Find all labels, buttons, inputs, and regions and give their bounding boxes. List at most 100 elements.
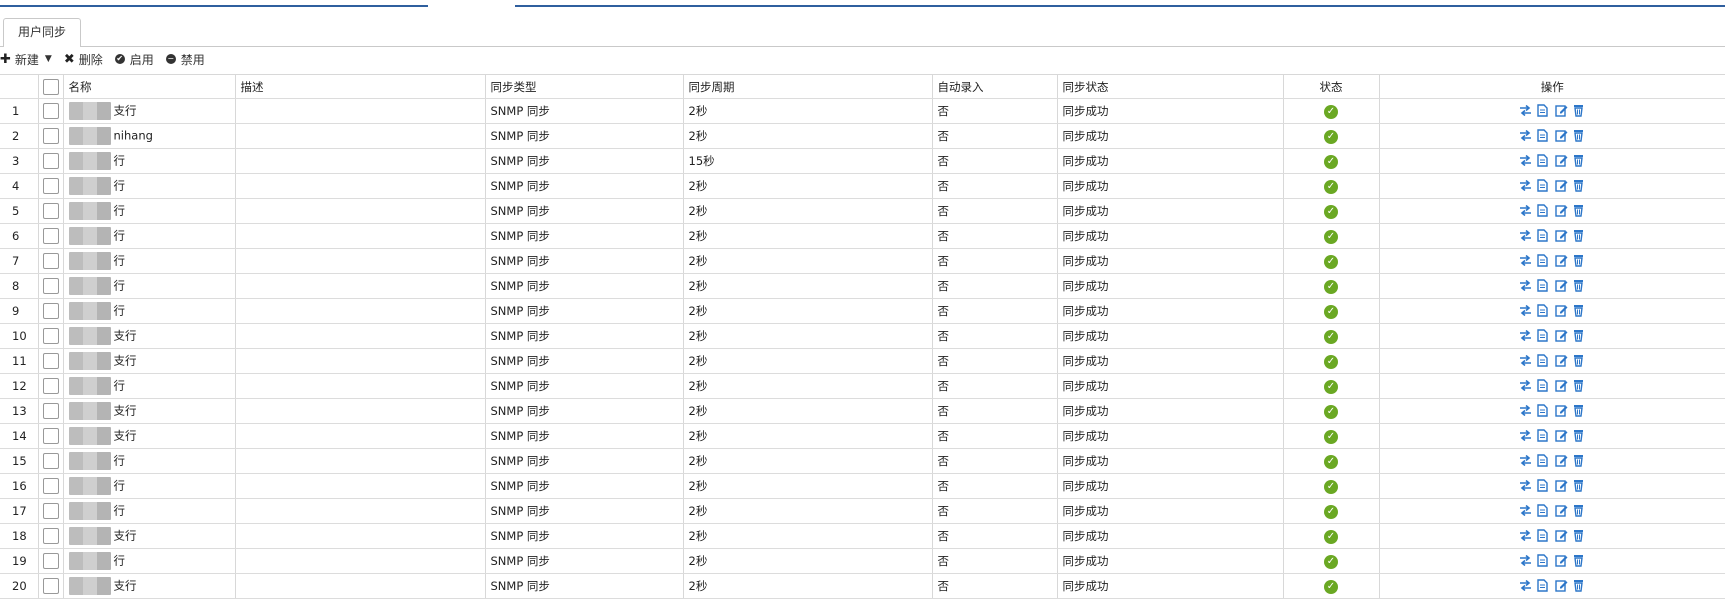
- table-row[interactable]: 4 行 SNMP 同步 2秒否同步成功 ✓: [0, 173, 1725, 199]
- trash-icon[interactable]: [1573, 529, 1586, 542]
- sync-arrows-icon[interactable]: [1519, 279, 1532, 291]
- col-header-sync-type[interactable]: 同步类型: [484, 74, 683, 99]
- sync-arrows-icon[interactable]: [1519, 329, 1532, 341]
- trash-icon[interactable]: [1573, 479, 1586, 492]
- sync-arrows-icon[interactable]: [1519, 254, 1532, 266]
- edit-icon[interactable]: [1555, 104, 1568, 117]
- document-icon[interactable]: [1537, 478, 1550, 492]
- trash-icon[interactable]: [1573, 329, 1586, 342]
- document-icon[interactable]: [1537, 228, 1550, 242]
- row-checkbox[interactable]: [42, 153, 59, 169]
- table-row[interactable]: 6 行 SNMP 同步 2秒否同步成功 ✓: [0, 223, 1725, 249]
- sync-arrows-icon[interactable]: [1519, 104, 1532, 116]
- edit-icon[interactable]: [1555, 154, 1568, 167]
- document-icon[interactable]: [1537, 528, 1550, 542]
- trash-icon[interactable]: [1573, 129, 1586, 142]
- table-row[interactable]: 12 行 SNMP 同步 2秒否同步成功 ✓: [0, 373, 1725, 399]
- sync-arrows-icon[interactable]: [1519, 129, 1532, 141]
- row-checkbox[interactable]: [42, 428, 59, 444]
- table-row[interactable]: 17 行 SNMP 同步 2秒否同步成功 ✓: [0, 498, 1725, 524]
- sync-arrows-icon[interactable]: [1519, 454, 1532, 466]
- sync-arrows-icon[interactable]: [1519, 429, 1532, 441]
- table-row[interactable]: 16 行 SNMP 同步 2秒否同步成功 ✓: [0, 473, 1725, 499]
- table-row[interactable]: 19 行 SNMP 同步 2秒否同步成功 ✓: [0, 548, 1725, 574]
- edit-icon[interactable]: [1555, 279, 1568, 292]
- document-icon[interactable]: [1537, 503, 1550, 517]
- trash-icon[interactable]: [1573, 454, 1586, 467]
- edit-icon[interactable]: [1555, 179, 1568, 192]
- sync-arrows-icon[interactable]: [1519, 379, 1532, 391]
- select-all-checkbox[interactable]: [42, 78, 59, 95]
- new-button[interactable]: ✚ 新建 ▼: [0, 51, 52, 68]
- row-checkbox[interactable]: [42, 453, 59, 469]
- row-checkbox[interactable]: [42, 328, 59, 344]
- document-icon[interactable]: [1537, 453, 1550, 467]
- table-row[interactable]: 18 支行 SNMP 同步 2秒否同步成功 ✓: [0, 523, 1725, 549]
- delete-button[interactable]: ✖ 删除: [64, 51, 103, 68]
- edit-icon[interactable]: [1555, 204, 1568, 217]
- row-checkbox[interactable]: [42, 303, 59, 319]
- table-row[interactable]: 7 行 SNMP 同步 2秒否同步成功 ✓: [0, 248, 1725, 274]
- col-header-status[interactable]: 状态: [1282, 74, 1379, 99]
- edit-icon[interactable]: [1555, 354, 1568, 367]
- document-icon[interactable]: [1537, 578, 1550, 592]
- row-checkbox[interactable]: [42, 228, 59, 244]
- edit-icon[interactable]: [1555, 429, 1568, 442]
- table-row[interactable]: 20 支行 SNMP 同步 2秒否同步成功 ✓: [0, 573, 1725, 599]
- row-checkbox[interactable]: [42, 378, 59, 394]
- row-checkbox[interactable]: [42, 128, 59, 144]
- trash-icon[interactable]: [1573, 279, 1586, 292]
- trash-icon[interactable]: [1573, 104, 1586, 117]
- sync-arrows-icon[interactable]: [1519, 479, 1532, 491]
- edit-icon[interactable]: [1555, 579, 1568, 592]
- row-checkbox[interactable]: [42, 528, 59, 544]
- trash-icon[interactable]: [1573, 179, 1586, 192]
- document-icon[interactable]: [1537, 328, 1550, 342]
- table-row[interactable]: 8 行 SNMP 同步 2秒否同步成功 ✓: [0, 273, 1725, 299]
- table-row[interactable]: 11 支行 SNMP 同步 2秒否同步成功 ✓: [0, 348, 1725, 374]
- sync-arrows-icon[interactable]: [1519, 554, 1532, 566]
- row-checkbox[interactable]: [42, 403, 59, 419]
- edit-icon[interactable]: [1555, 504, 1568, 517]
- table-row[interactable]: 9 行 SNMP 同步 2秒否同步成功 ✓: [0, 298, 1725, 324]
- document-icon[interactable]: [1537, 253, 1550, 267]
- table-row[interactable]: 5 行 SNMP 同步 2秒否同步成功 ✓: [0, 198, 1725, 224]
- row-checkbox[interactable]: [42, 353, 59, 369]
- table-row[interactable]: 3 行 SNMP 同步 15秒否同步成功 ✓: [0, 148, 1725, 174]
- sync-arrows-icon[interactable]: [1519, 204, 1532, 216]
- edit-icon[interactable]: [1555, 554, 1568, 567]
- document-icon[interactable]: [1537, 403, 1550, 417]
- edit-icon[interactable]: [1555, 229, 1568, 242]
- trash-icon[interactable]: [1573, 379, 1586, 392]
- sync-arrows-icon[interactable]: [1519, 504, 1532, 516]
- sync-arrows-icon[interactable]: [1519, 354, 1532, 366]
- trash-icon[interactable]: [1573, 354, 1586, 367]
- edit-icon[interactable]: [1555, 129, 1568, 142]
- document-icon[interactable]: [1537, 353, 1550, 367]
- document-icon[interactable]: [1537, 103, 1550, 117]
- disable-button[interactable]: − 禁用: [165, 51, 205, 68]
- row-checkbox[interactable]: [42, 103, 59, 119]
- sync-arrows-icon[interactable]: [1519, 154, 1532, 166]
- table-row[interactable]: 10 支行 SNMP 同步 2秒否同步成功 ✓: [0, 323, 1725, 349]
- trash-icon[interactable]: [1573, 504, 1586, 517]
- trash-icon[interactable]: [1573, 154, 1586, 167]
- sync-arrows-icon[interactable]: [1519, 304, 1532, 316]
- trash-icon[interactable]: [1573, 229, 1586, 242]
- edit-icon[interactable]: [1555, 479, 1568, 492]
- sync-arrows-icon[interactable]: [1519, 404, 1532, 416]
- sync-arrows-icon[interactable]: [1519, 179, 1532, 191]
- col-header-sync-period[interactable]: 同步周期: [682, 74, 932, 99]
- edit-icon[interactable]: [1555, 254, 1568, 267]
- trash-icon[interactable]: [1573, 429, 1586, 442]
- caret-down-icon[interactable]: ▼: [45, 54, 52, 64]
- document-icon[interactable]: [1537, 203, 1550, 217]
- col-header-desc[interactable]: 描述: [234, 74, 485, 99]
- table-row[interactable]: 14 支行 SNMP 同步 2秒否同步成功 ✓: [0, 423, 1725, 449]
- trash-icon[interactable]: [1573, 254, 1586, 267]
- trash-icon[interactable]: [1573, 204, 1586, 217]
- trash-icon[interactable]: [1573, 304, 1586, 317]
- document-icon[interactable]: [1537, 278, 1550, 292]
- row-checkbox[interactable]: [42, 253, 59, 269]
- document-icon[interactable]: [1537, 153, 1550, 167]
